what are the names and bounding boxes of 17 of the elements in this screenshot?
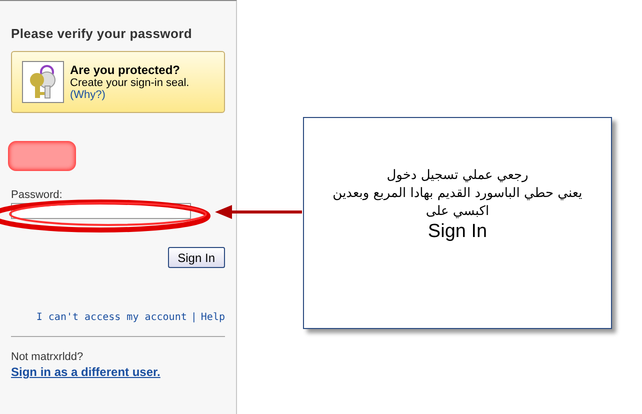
callout-text: رجعي عملي تسجيل دخول: [386, 167, 528, 185]
callout-text: اكبسي على: [426, 203, 490, 221]
switch-user-link[interactable]: Sign in as a different user.: [11, 365, 160, 379]
link-separator: |: [190, 312, 197, 323]
seal-heading: Are you protected?: [70, 63, 182, 77]
help-link[interactable]: Help: [200, 312, 225, 323]
keys-icon: [22, 61, 64, 103]
callout-text: يعني حطي الباسورد القديم بهادا المربع وبعدين: [332, 185, 582, 203]
sign-in-button[interactable]: Sign In: [168, 247, 225, 268]
panel-title: Please verify your password: [11, 26, 193, 41]
redaction-mark: [8, 141, 76, 171]
user-prompt: Not matrxrldd?: [11, 351, 84, 363]
callout-text: Sign In: [428, 221, 488, 243]
password-label: Password:: [11, 189, 64, 201]
why-link[interactable]: (Why?): [70, 89, 106, 101]
seal-text: Create your sign-in seal.: [70, 77, 190, 89]
account-help-link[interactable]: I can't access my account: [36, 312, 187, 323]
